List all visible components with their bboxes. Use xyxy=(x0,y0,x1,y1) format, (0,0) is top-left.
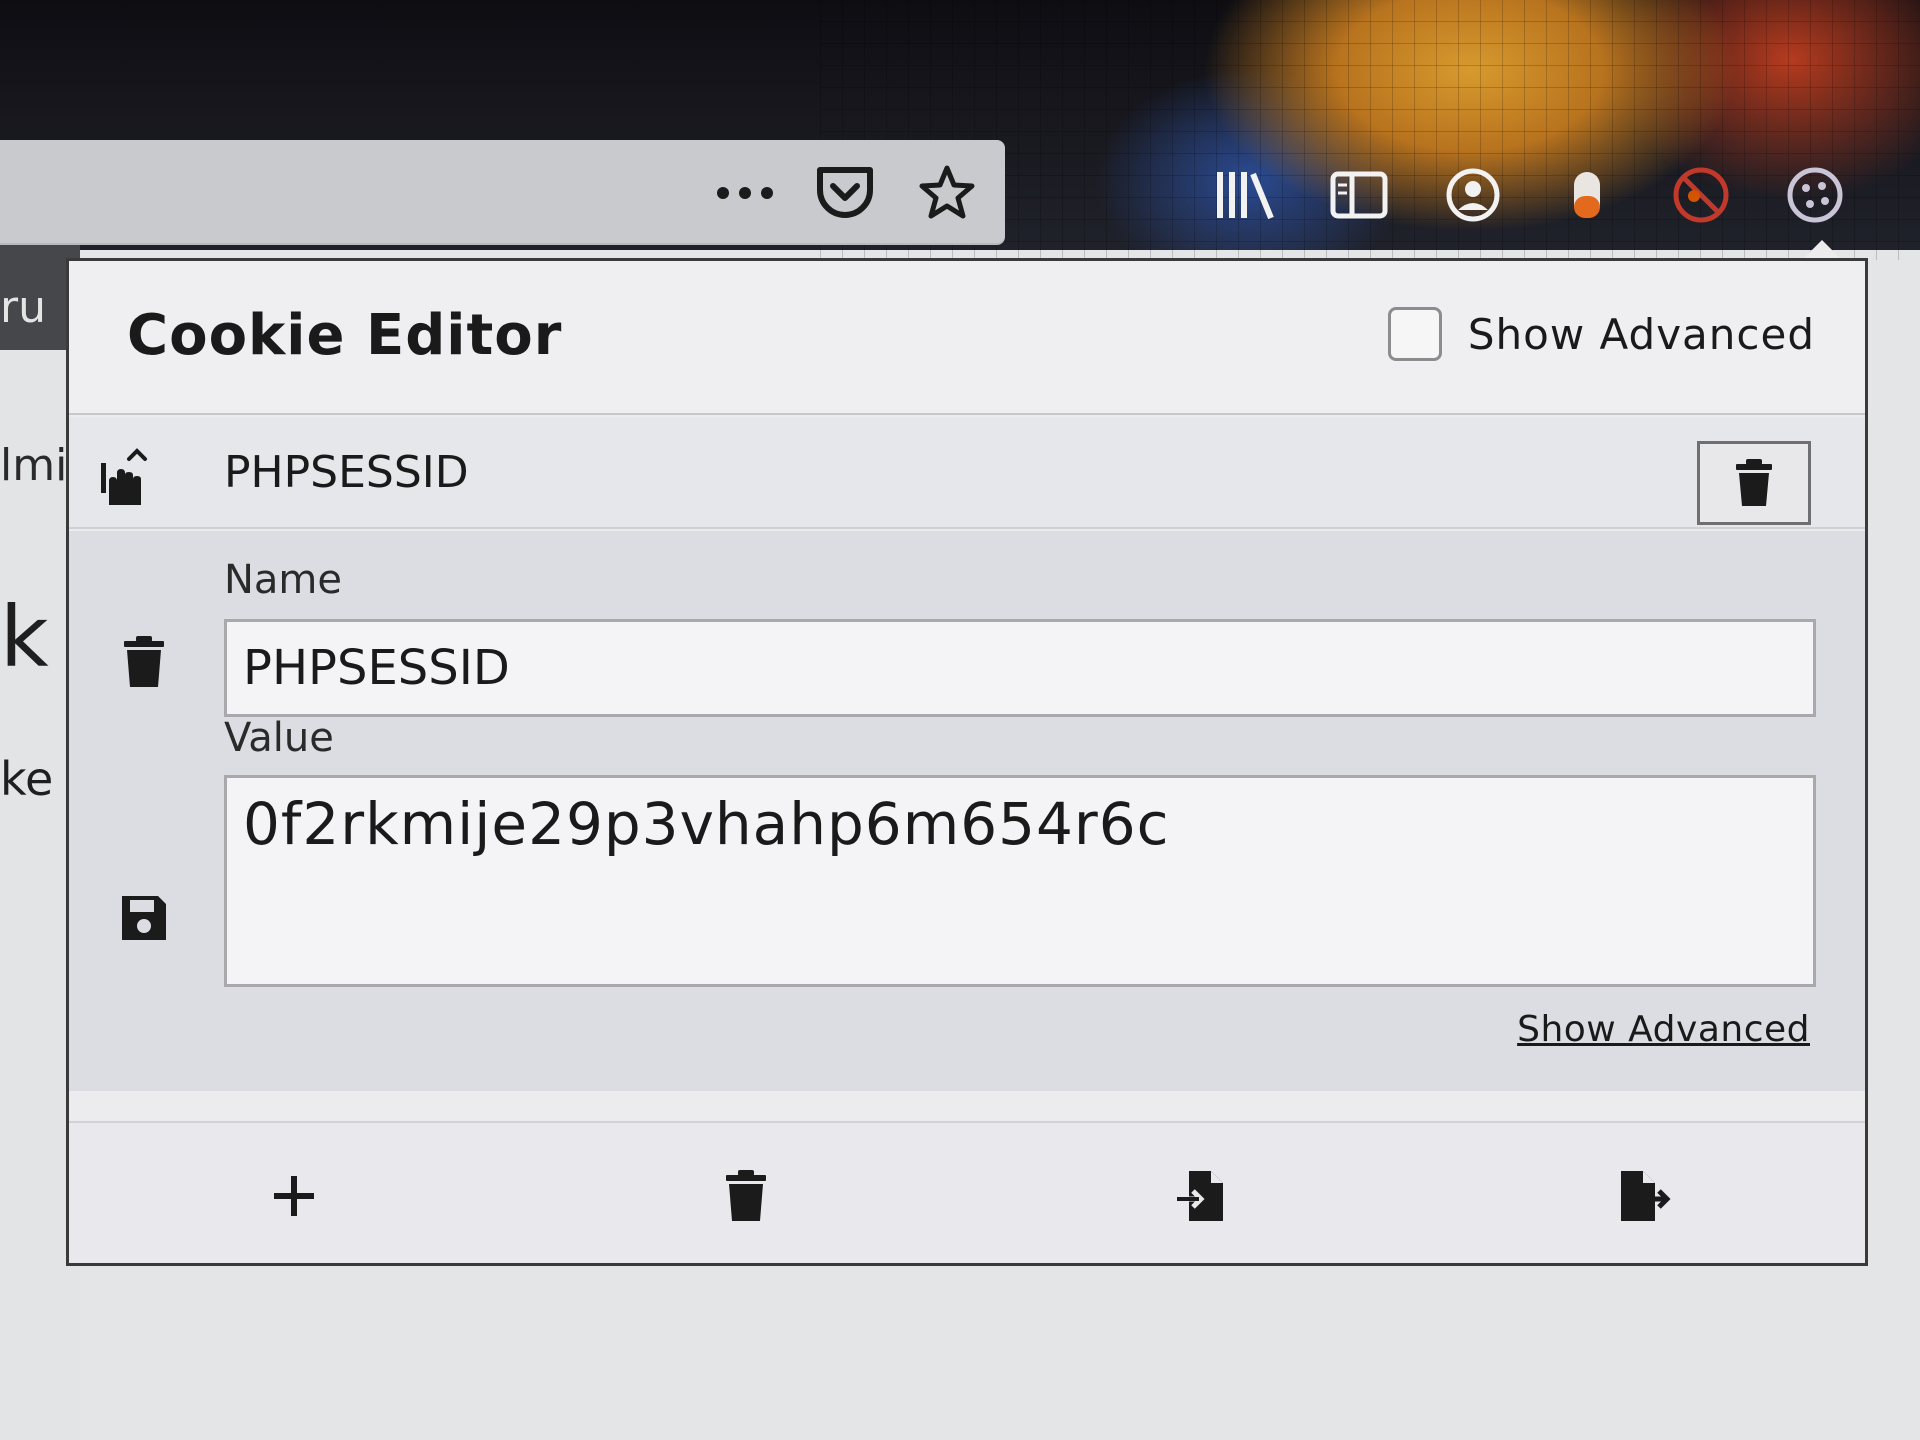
cookie-name: PHPSESSID xyxy=(224,447,469,498)
cookie-icon[interactable] xyxy=(1780,160,1850,230)
trash-icon xyxy=(124,636,164,687)
delete-button[interactable] xyxy=(109,627,179,697)
reader-view-icon[interactable] xyxy=(1324,160,1394,230)
popup-header: Cookie Editor Show Advanced xyxy=(69,261,1865,415)
delete-all-icon xyxy=(726,1170,766,1221)
popup-arrow xyxy=(1802,240,1842,260)
delete-cookie-button[interactable] xyxy=(1697,441,1811,525)
background-page-text: k xyxy=(0,588,49,686)
library-icon[interactable] xyxy=(1210,160,1280,230)
background-page-text: lmi xyxy=(0,440,68,491)
cookie-value-input[interactable]: 0f2rkmije29p3vhahp6m654r6c xyxy=(224,775,1816,987)
more-icon[interactable] xyxy=(710,158,780,228)
cookie-editor-popup: Cookie Editor Show Advanced PHPSESSID Na… xyxy=(66,258,1868,1266)
browser-toolbar xyxy=(1210,160,1850,230)
add-cookie-button[interactable] xyxy=(249,1161,339,1231)
background-page-text: ke xyxy=(0,752,54,806)
popup-footer xyxy=(69,1121,1865,1263)
cookie-row-header[interactable]: PHPSESSID xyxy=(69,417,1865,529)
show-advanced-toggle[interactable]: Show Advanced xyxy=(1387,307,1815,361)
account-icon[interactable] xyxy=(1438,160,1508,230)
url-bar-actions xyxy=(710,158,982,228)
background-page-text: ru xyxy=(0,282,46,333)
cookie-edit-panel: Name Value 0f2rkmije29p3vhahp6m654r6c Sh… xyxy=(69,531,1865,1091)
pocket-icon[interactable] xyxy=(810,158,880,228)
popup-title: Cookie Editor xyxy=(127,303,563,368)
import-button[interactable] xyxy=(1157,1161,1247,1231)
show-advanced-checkbox[interactable] xyxy=(1387,307,1442,361)
import-icon xyxy=(1177,1171,1223,1221)
delete-all-button[interactable] xyxy=(701,1161,791,1231)
trash-icon xyxy=(1736,459,1772,506)
export-button[interactable] xyxy=(1599,1161,1689,1231)
name-label: Name xyxy=(224,557,343,603)
collapse-chevron-icon[interactable] xyxy=(95,439,165,513)
extension-icon[interactable] xyxy=(1552,160,1622,230)
show-advanced-link[interactable]: Show Advanced xyxy=(1517,1009,1810,1050)
cookie-name-input[interactable] xyxy=(224,619,1816,717)
blocked-extension-icon[interactable] xyxy=(1666,160,1736,230)
save-icon xyxy=(122,896,166,940)
value-label: Value xyxy=(224,715,334,761)
add-icon xyxy=(274,1176,314,1216)
bookmark-star-icon[interactable] xyxy=(912,158,982,228)
show-advanced-label: Show Advanced xyxy=(1467,309,1815,359)
export-icon xyxy=(1621,1171,1671,1221)
save-button[interactable] xyxy=(109,883,179,953)
cookie-side-actions xyxy=(109,531,189,1091)
